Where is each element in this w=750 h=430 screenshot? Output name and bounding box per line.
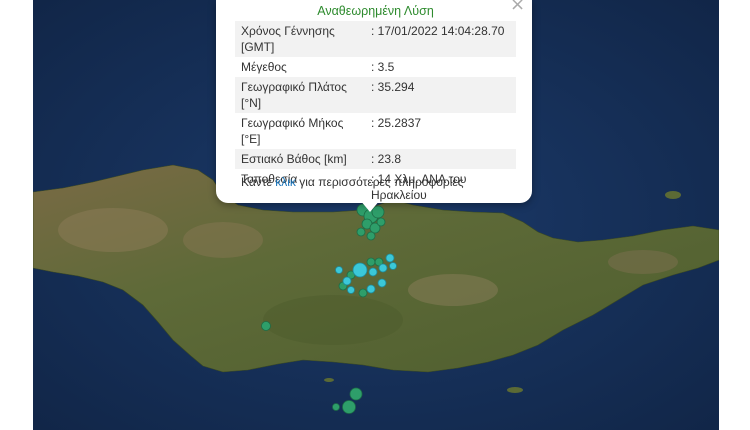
islet xyxy=(665,191,681,199)
event-marker xyxy=(332,403,340,411)
row-value: : 3.5 xyxy=(371,60,395,74)
event-marker xyxy=(366,257,376,267)
event-marker xyxy=(342,400,356,414)
row-label: Γεωγραφικό Μήκος [°E] xyxy=(241,116,344,146)
event-marker xyxy=(349,387,363,401)
event-marker xyxy=(385,253,395,263)
more-info-text: Κάντε κλικ για περισσότερες πληροφορίες xyxy=(241,175,464,189)
row-label: Εστιακό Βάθος [km] xyxy=(235,149,365,169)
islet xyxy=(507,387,523,393)
event-marker xyxy=(358,288,368,298)
table-row: Γεωγραφικό Μήκος [°E] : 25.2837 xyxy=(235,113,516,149)
event-marker xyxy=(342,276,352,286)
table-row: Εστιακό Βάθος [km] : 23.8 xyxy=(235,149,516,169)
event-marker xyxy=(335,266,343,274)
row-label: Γεωγραφικό Πλάτος [°N] xyxy=(235,77,365,113)
more-suffix: για περισσότερες πληροφορίες xyxy=(299,175,464,189)
row-value: : 17/01/2022 14:04:28.70 xyxy=(365,21,516,57)
event-marker xyxy=(366,231,376,241)
event-marker xyxy=(378,263,388,273)
islet xyxy=(324,378,334,382)
table-row: Γεωγραφικό Πλάτος [°N] : 35.294 xyxy=(235,77,516,113)
event-marker xyxy=(377,278,387,288)
table-row: Χρόνος Γέννησης [GMT] : 17/01/2022 14:04… xyxy=(235,21,516,57)
event-marker xyxy=(347,286,355,294)
popup-title: Αναθεωρημένη Λύση xyxy=(317,4,434,18)
event-marker xyxy=(356,227,366,237)
row-value: : 35.294 xyxy=(365,77,516,113)
event-marker xyxy=(376,217,386,227)
event-marker xyxy=(261,321,271,331)
event-marker xyxy=(352,262,368,278)
more-prefix: Κάντε xyxy=(241,175,272,189)
event-marker xyxy=(366,284,376,294)
row-label: Μέγεθος xyxy=(241,60,287,74)
event-marker xyxy=(368,267,378,277)
row-label: Χρόνος Γέννησης [GMT] xyxy=(235,21,365,57)
event-marker xyxy=(389,262,397,270)
table-row: Μέγεθος : 3.5 xyxy=(235,57,516,77)
row-value: : 23.8 xyxy=(365,149,516,169)
row-value: : 25.2837 xyxy=(371,116,422,130)
more-info-link[interactable]: κλικ xyxy=(275,175,296,189)
